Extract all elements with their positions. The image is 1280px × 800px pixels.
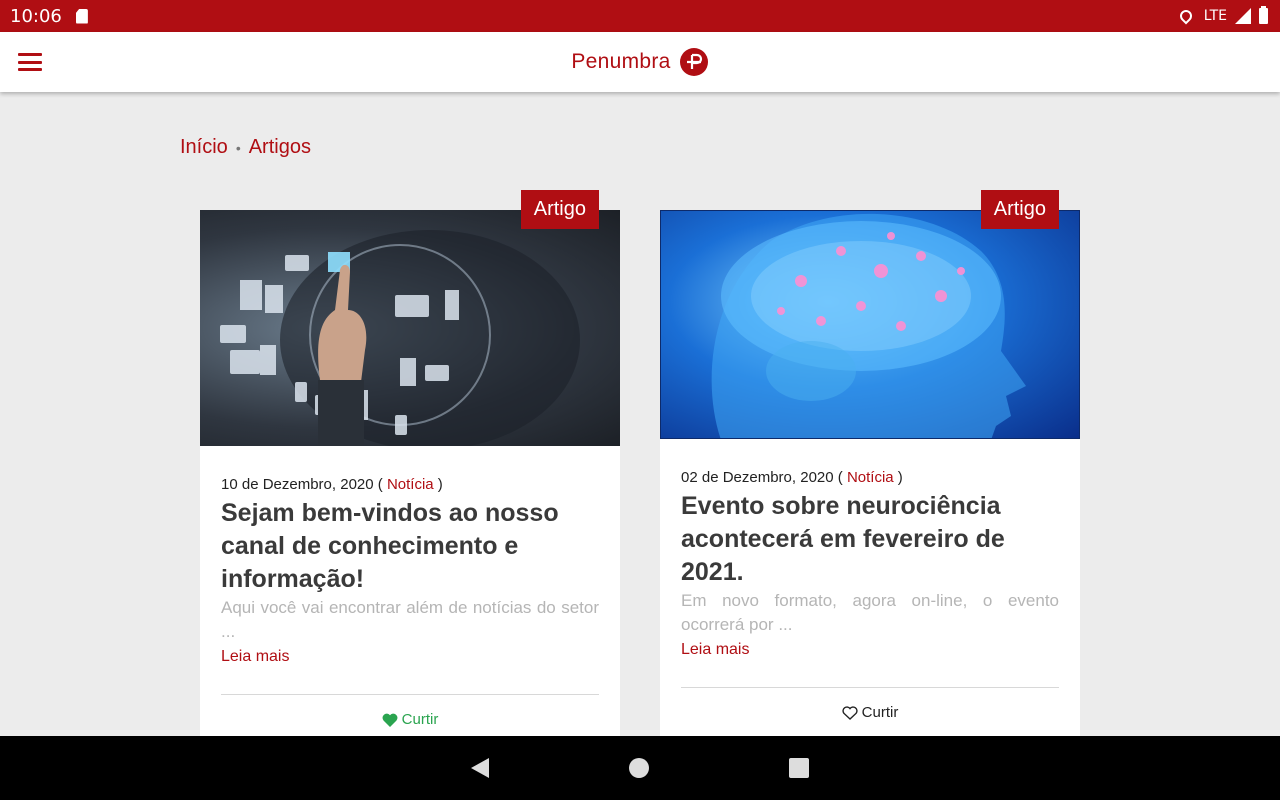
like-button[interactable]: Curtir	[221, 711, 599, 728]
logo-text: Penumbra	[571, 50, 671, 73]
read-more-link[interactable]: Leia mais	[221, 648, 289, 666]
home-icon[interactable]	[629, 758, 649, 778]
breadcrumb-separator: •	[235, 139, 241, 156]
back-icon[interactable]	[471, 758, 489, 778]
article-card[interactable]: Artigo 10 de Dezembro, 2020 ( Notícia ) …	[200, 190, 620, 740]
digital-network-touch-image[interactable]	[200, 210, 620, 446]
recents-icon[interactable]	[789, 758, 809, 778]
like-label: Curtir	[401, 711, 439, 728]
article-card[interactable]: Artigo 02 de Dezembro, 2020 ( Notícia ) …	[660, 190, 1080, 740]
sd-card-icon	[75, 8, 88, 24]
article-title[interactable]: Sejam bem-vindos ao nosso canal de conhe…	[221, 497, 599, 596]
heart-outline-icon	[842, 705, 858, 720]
article-meta: 10 de Dezembro, 2020 ( Notícia )	[221, 476, 443, 493]
network-label: LTE	[1203, 8, 1227, 24]
like-button[interactable]: Curtir	[681, 704, 1059, 721]
location-icon	[1177, 7, 1195, 25]
like-label: Curtir	[861, 704, 899, 721]
breadcrumb: Início • Artigos	[180, 136, 311, 159]
card-divider	[681, 687, 1059, 688]
app-bar: Penumbra	[0, 32, 1280, 92]
article-badge: Artigo	[520, 190, 599, 229]
status-time: 10:06	[10, 5, 62, 27]
card-divider	[221, 694, 599, 695]
article-date: 02 de Dezembro, 2020	[681, 469, 834, 486]
article-category-link[interactable]: Notícia	[387, 476, 434, 493]
glowing-brain-image[interactable]	[660, 210, 1080, 439]
breadcrumb-home-link[interactable]: Início	[180, 136, 228, 159]
article-category-link[interactable]: Notícia	[847, 469, 894, 486]
article-excerpt: Aqui você vai encontrar além de notícias…	[221, 598, 599, 641]
breadcrumb-current[interactable]: Artigos	[249, 136, 311, 159]
system-nav-bar	[0, 736, 1280, 800]
status-bar: 10:06 LTE	[0, 0, 1280, 32]
battery-icon	[1259, 6, 1268, 24]
article-excerpt: Em novo formato, agora on-line, o evento…	[681, 591, 1059, 634]
logo-mark-icon	[679, 48, 708, 76]
article-date: 10 de Dezembro, 2020	[221, 476, 374, 493]
article-title[interactable]: Evento sobre neurociência acontecerá em …	[681, 490, 1059, 589]
article-badge: Artigo	[980, 190, 1059, 229]
menu-icon[interactable]	[18, 53, 42, 71]
heart-filled-icon	[382, 713, 398, 727]
read-more-link[interactable]: Leia mais	[681, 641, 749, 659]
logo[interactable]: Penumbra	[571, 47, 708, 77]
signal-icon	[1235, 8, 1251, 24]
article-meta: 02 de Dezembro, 2020 ( Notícia )	[681, 469, 903, 486]
